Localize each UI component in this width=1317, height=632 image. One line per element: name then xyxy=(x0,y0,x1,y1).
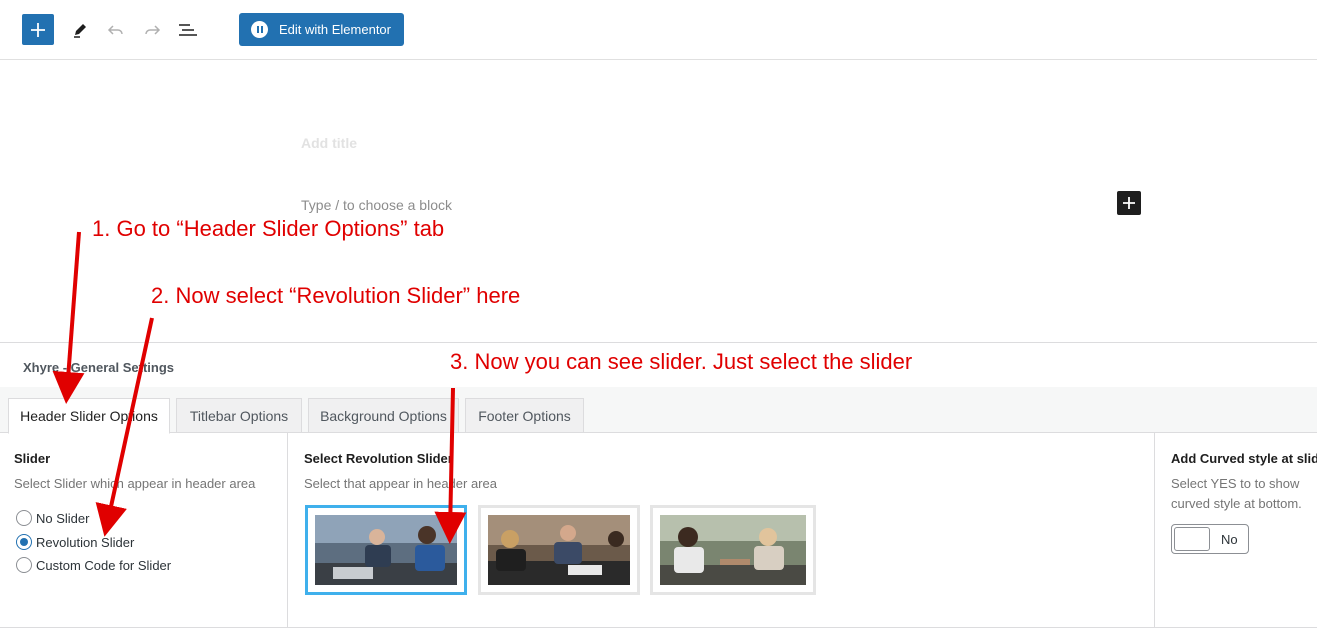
undo-button[interactable] xyxy=(104,18,128,42)
toggle-label: No xyxy=(1221,532,1238,547)
curved-field-label: Add Curved style at slider xyxy=(1171,451,1317,466)
annotation-step-2: 2. Now select “Revolution Slider” here xyxy=(151,283,521,308)
metabox-bottom-border xyxy=(0,627,1317,628)
revolution-field-description: Select that appear in header area xyxy=(304,476,497,491)
toggle-knob xyxy=(1174,527,1210,551)
block-placeholder[interactable]: Type / to choose a block xyxy=(301,197,452,213)
radio-no-slider[interactable]: No Slider xyxy=(16,510,89,526)
pencil-icon xyxy=(74,24,86,38)
slider-thumbnail-1[interactable] xyxy=(305,505,467,595)
curved-field-description: Select YES to to show curved style at bo… xyxy=(1171,476,1302,511)
list-view-icon xyxy=(179,24,197,36)
tools-button[interactable] xyxy=(68,18,92,42)
post-title-placeholder[interactable]: Add title xyxy=(301,135,357,151)
elementor-icon xyxy=(251,21,268,38)
slider-thumbnail-2[interactable] xyxy=(478,505,640,595)
undo-icon xyxy=(107,25,123,35)
redo-button[interactable] xyxy=(140,18,164,42)
revolution-field-label: Select Revolution Slider xyxy=(304,451,453,466)
radio-label: Revolution Slider xyxy=(36,534,135,550)
tab-footer-options[interactable]: Footer Options xyxy=(465,398,584,433)
radio-revolution-slider[interactable]: Revolution Slider xyxy=(16,534,134,550)
editor-toolbar: Edit with Elementor xyxy=(0,0,1317,60)
column-divider xyxy=(287,433,288,628)
edit-with-elementor-button[interactable]: Edit with Elementor xyxy=(239,13,404,46)
metabox-divider xyxy=(0,342,1317,343)
plus-icon xyxy=(1123,197,1135,209)
column-divider xyxy=(1154,433,1155,628)
slider-field-label: Slider xyxy=(14,451,51,466)
radio-circle-icon xyxy=(16,557,32,573)
radio-circle-icon xyxy=(16,510,32,526)
curved-style-toggle[interactable]: No xyxy=(1171,524,1249,554)
radio-label: No Slider xyxy=(36,510,90,526)
tab-header-slider-options[interactable]: Header Slider Options xyxy=(8,398,170,434)
slider-preview-image xyxy=(315,515,457,585)
list-view-button[interactable] xyxy=(176,18,200,42)
annotation-step-1: 1. Go to “Header Slider Options” tab xyxy=(92,216,445,241)
tab-background-options[interactable]: Background Options xyxy=(308,398,459,433)
tab-titlebar-options[interactable]: Titlebar Options xyxy=(176,398,302,433)
slider-preview-image xyxy=(660,515,806,585)
redo-icon xyxy=(145,25,161,35)
edit-with-elementor-label: Edit with Elementor xyxy=(279,22,391,37)
add-block-button[interactable] xyxy=(22,14,54,45)
radio-checked-icon xyxy=(16,534,32,550)
radio-label: Custom Code for Slider xyxy=(36,557,172,573)
slider-field-description: Select Slider which appear in header are… xyxy=(14,476,256,491)
radio-custom-code-slider[interactable]: Custom Code for Slider xyxy=(16,557,171,573)
inline-add-block-button[interactable] xyxy=(1117,191,1141,215)
metabox-title: Xhyre - General Settings xyxy=(23,360,174,375)
slider-preview-image xyxy=(488,515,630,585)
plus-icon xyxy=(31,22,45,37)
slider-thumbnail-3[interactable] xyxy=(650,505,816,595)
annotation-step-3: 3. Now you can see slider. Just select t… xyxy=(450,349,913,374)
